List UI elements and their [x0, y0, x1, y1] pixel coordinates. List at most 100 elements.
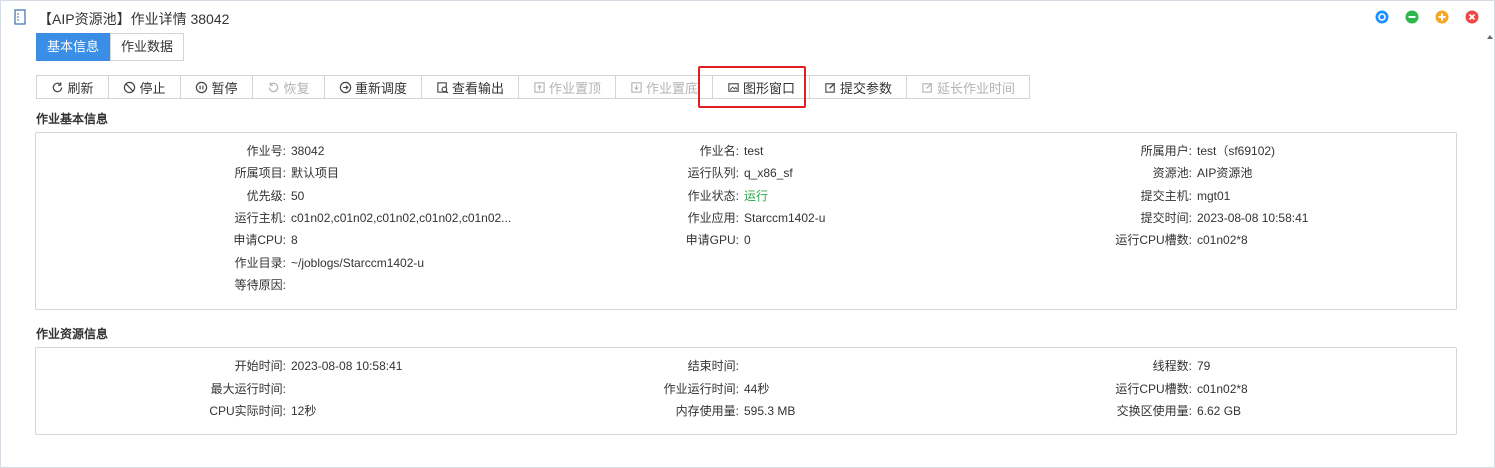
basic-info-title: 作业基本信息: [36, 112, 109, 126]
move-bottom-label: 作业置底: [645, 80, 698, 96]
info-value: 6.62 GB: [1197, 404, 1242, 418]
move-bottom-icon: [631, 81, 642, 93]
info-label: 作业状态:: [687, 189, 739, 203]
maximize-button[interactable]: [1435, 10, 1449, 24]
move-bottom-button[interactable]: 作业置底: [615, 75, 713, 99]
scroll-up-icon[interactable]: [1487, 34, 1493, 40]
extend-time-icon: [922, 82, 933, 93]
view-output-label: 查看输出: [451, 80, 504, 96]
info-label: 线程数:: [1152, 359, 1192, 373]
info-value: 79: [1197, 359, 1211, 373]
info-label: 交换区使用量:: [1116, 404, 1192, 418]
info-value: c01n02,c01n02,c01n02,c01n02,c01n02...: [291, 211, 512, 225]
resume-label: 恢复: [283, 80, 310, 96]
reschedule-label: 重新调度: [354, 80, 407, 96]
minimize-button[interactable]: [1405, 10, 1419, 24]
stop-button[interactable]: 停止: [108, 75, 181, 99]
extend-time-label: 延长作业时间: [936, 80, 1015, 96]
graphic-window-label: 图形窗口: [742, 80, 795, 96]
graphic-window-button[interactable]: 图形窗口: [712, 75, 810, 99]
close-icon: [1465, 10, 1479, 24]
restore-icon: [1375, 10, 1389, 24]
view-output-icon: [437, 81, 449, 93]
info-value: q_x86_sf: [744, 166, 793, 180]
info-value: ~/joblogs/Starccm1402-u: [291, 256, 425, 270]
refresh-button[interactable]: 刷新: [36, 75, 109, 99]
window-title: 【AIP资源池】作业详情 38042: [38, 11, 230, 27]
resume-button[interactable]: 恢复: [252, 75, 325, 99]
info-value: c01n02*8: [1197, 382, 1248, 396]
info-label: 最大运行时间:: [210, 382, 286, 396]
restore-button[interactable]: [1375, 10, 1389, 24]
close-button[interactable]: [1465, 10, 1479, 24]
info-label: 提交时间:: [1140, 211, 1192, 225]
info-value: 44秒: [744, 382, 770, 396]
reschedule-icon: [339, 81, 352, 93]
info-label: 优先级:: [246, 189, 286, 203]
info-label: 资源池:: [1152, 166, 1192, 180]
info-row: 作业号: 38042 作业名: test 所属用户: test（sf69102): [36, 142, 1456, 160]
info-value: 2023-08-08 10:58:41: [1197, 211, 1309, 225]
info-value: 8: [291, 233, 298, 247]
stop-label: 停止: [139, 80, 166, 96]
info-label: 作业目录:: [234, 256, 286, 270]
info-row: 最大运行时间: 作业运行时间: 44秒 运行CPU槽数: c01n02*8: [36, 380, 1456, 398]
info-label: 申请GPU:: [685, 233, 739, 247]
info-row: 运行主机: c01n02,c01n02,c01n02,c01n02,c01n02…: [36, 209, 1456, 227]
refresh-label: 刷新: [67, 80, 94, 96]
toolbar: 刷新 停止 暂停 恢复 重新调度 查看输出 作业置顶 作业置底 图形窗口 提交参…: [36, 75, 1030, 99]
info-row: 等待原因:: [36, 276, 1456, 294]
tab-bar: 基本信息 作业数据: [36, 33, 185, 61]
basic-info-panel: 作业号: 38042 作业名: test 所属用户: test（sf69102)…: [35, 132, 1457, 310]
info-label: 所属用户:: [1140, 144, 1192, 158]
info-label: 运行CPU槽数:: [1115, 382, 1192, 396]
info-value: 默认项目: [291, 166, 340, 180]
info-value: mgt01: [1197, 189, 1231, 203]
move-top-button[interactable]: 作业置顶: [518, 75, 616, 99]
info-label: 作业应用:: [687, 211, 739, 225]
info-value: 12秒: [291, 404, 317, 418]
info-label: 申请CPU:: [233, 233, 286, 247]
move-top-label: 作业置顶: [548, 80, 601, 96]
info-label: 作业号:: [246, 144, 286, 158]
document-icon: [14, 9, 26, 25]
status-value: 运行: [744, 189, 769, 203]
info-label: 结束时间:: [687, 359, 739, 373]
info-value: test: [744, 144, 764, 158]
resource-info-title: 作业资源信息: [36, 327, 109, 341]
pause-button[interactable]: 暂停: [180, 75, 253, 99]
maximize-icon: [1435, 10, 1449, 24]
info-value: 38042: [291, 144, 325, 158]
extend-time-button[interactable]: 延长作业时间: [906, 75, 1030, 99]
window-controls: [1375, 10, 1479, 24]
title-bar: 【AIP资源池】作业详情 38042: [0, 0, 1495, 39]
info-row: 所属项目: 默认项目 运行队列: q_x86_sf 资源池: AIP资源池: [36, 164, 1456, 182]
info-value: 0: [744, 233, 751, 247]
info-label: 提交主机:: [1140, 189, 1192, 203]
info-label: 等待原因:: [234, 278, 286, 292]
info-row: 申请CPU: 8 申请GPU: 0 运行CPU槽数: c01n02*8: [36, 231, 1456, 249]
minimize-icon: [1405, 10, 1419, 24]
info-row: CPU实际时间: 12秒 内存使用量: 595.3 MB 交换区使用量: 6.6…: [36, 402, 1456, 420]
info-value: AIP资源池: [1197, 166, 1253, 180]
info-value: 595.3 MB: [744, 404, 796, 418]
resource-info-panel: 开始时间: 2023-08-08 10:58:41 结束时间: 线程数: 79 …: [35, 347, 1457, 435]
info-value: 50: [291, 189, 305, 203]
info-label: 运行主机:: [234, 211, 286, 225]
submit-params-button[interactable]: 提交参数: [809, 75, 907, 99]
pause-icon: [196, 81, 208, 93]
info-value: test（sf69102): [1197, 144, 1276, 158]
view-output-button[interactable]: 查看输出: [421, 75, 519, 99]
resume-icon: [269, 81, 279, 92]
tab-job-data[interactable]: 作业数据: [110, 33, 185, 61]
reschedule-button[interactable]: 重新调度: [324, 75, 422, 99]
info-label: 运行CPU槽数:: [1115, 233, 1192, 247]
graphic-window-icon: [728, 82, 739, 92]
info-row: 作业目录: ~/joblogs/Starccm1402-u: [36, 254, 1456, 272]
refresh-icon: [53, 81, 63, 92]
edit-icon: [825, 82, 836, 93]
info-value: 2023-08-08 10:58:41: [291, 359, 403, 373]
info-label: CPU实际时间:: [209, 404, 286, 418]
move-top-icon: [534, 81, 545, 93]
tab-basic-info[interactable]: 基本信息: [36, 33, 111, 61]
